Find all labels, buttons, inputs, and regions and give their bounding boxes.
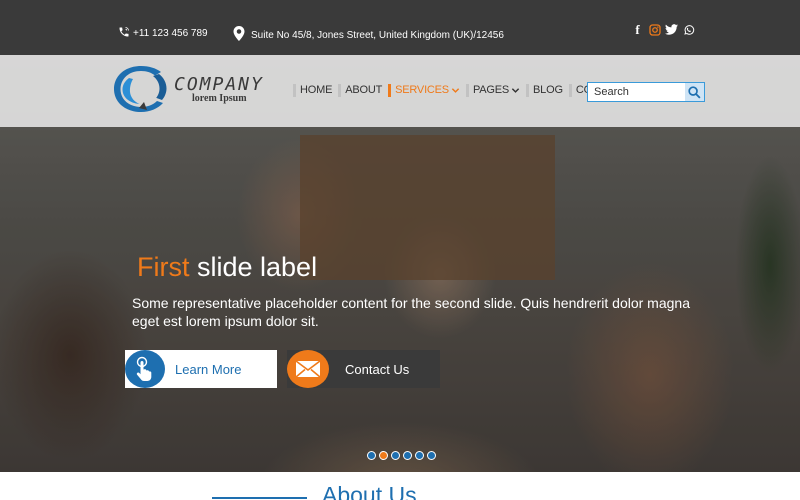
learn-more-label: Learn More — [175, 362, 242, 377]
slide-description: Some representative placeholder content … — [132, 295, 690, 329]
contact-us-button[interactable]: Contact Us — [287, 350, 440, 388]
address-text: Suite No 45/8, Jones Street, United King… — [251, 29, 504, 41]
nav-about[interactable]: ABOUT — [338, 84, 382, 97]
location-pin-icon — [233, 26, 245, 44]
nav-pages[interactable]: PAGES — [465, 84, 520, 97]
chevron-down-icon — [511, 88, 520, 93]
slide-title: First slide label — [137, 252, 317, 283]
phone-number: +11 123 456 789 — [133, 28, 208, 39]
search-box — [587, 82, 705, 102]
instagram-icon[interactable] — [648, 23, 661, 36]
about-title-divider — [212, 497, 307, 499]
carousel-dot[interactable] — [391, 451, 400, 460]
search-button[interactable] — [685, 83, 704, 101]
top-bar: +11 123 456 789 Suite No 45/8, Jones Str… — [0, 0, 800, 55]
slide-title-accent: First — [137, 252, 190, 282]
search-input[interactable] — [588, 83, 686, 101]
slide-title-rest: slide label — [189, 252, 318, 282]
tap-hand-icon — [125, 350, 165, 388]
company-logo-icon[interactable] — [112, 64, 170, 114]
company-name: COMPANY — [174, 74, 264, 95]
carousel-dot[interactable] — [367, 451, 376, 460]
carousel-dot[interactable] — [427, 451, 436, 460]
nav-services[interactable]: SERVICES — [388, 84, 460, 97]
phone-icon — [118, 26, 130, 41]
whatsapp-icon[interactable] — [682, 23, 695, 36]
contact-address: Suite No 45/8, Jones Street, United King… — [233, 26, 504, 44]
twitter-icon[interactable] — [665, 23, 678, 36]
main-navigation: HOME ABOUT SERVICES PAGES BLOG CONTACT — [293, 84, 633, 97]
carousel-indicators — [367, 451, 436, 460]
carousel-dot[interactable] — [415, 451, 424, 460]
search-icon — [688, 85, 701, 99]
nav-pages-label: PAGES — [472, 84, 510, 96]
nav-blog[interactable]: BLOG — [526, 84, 563, 97]
contact-us-label: Contact Us — [345, 362, 410, 377]
carousel-dot[interactable] — [403, 451, 412, 460]
site-header: COMPANY lorem Ipsum HOME ABOUT SERVICES … — [0, 55, 800, 127]
nav-services-label: SERVICES — [395, 84, 449, 96]
chevron-down-icon — [451, 88, 460, 93]
nav-about-label: ABOUT — [345, 84, 383, 96]
carousel-dot[interactable] — [379, 451, 388, 460]
company-tagline: lorem Ipsum — [192, 93, 247, 104]
learn-more-button[interactable]: Learn More — [125, 350, 277, 388]
nav-blog-label: BLOG — [533, 84, 563, 96]
nav-home-label: HOME — [300, 84, 333, 96]
envelope-icon — [287, 350, 329, 388]
nav-home[interactable]: HOME — [293, 84, 332, 97]
facebook-icon[interactable]: f — [631, 22, 644, 37]
social-links: f — [631, 22, 695, 37]
contact-phone[interactable]: +11 123 456 789 — [118, 26, 208, 41]
about-title: About Us — [322, 482, 417, 500]
about-section: About Us — [0, 472, 800, 500]
